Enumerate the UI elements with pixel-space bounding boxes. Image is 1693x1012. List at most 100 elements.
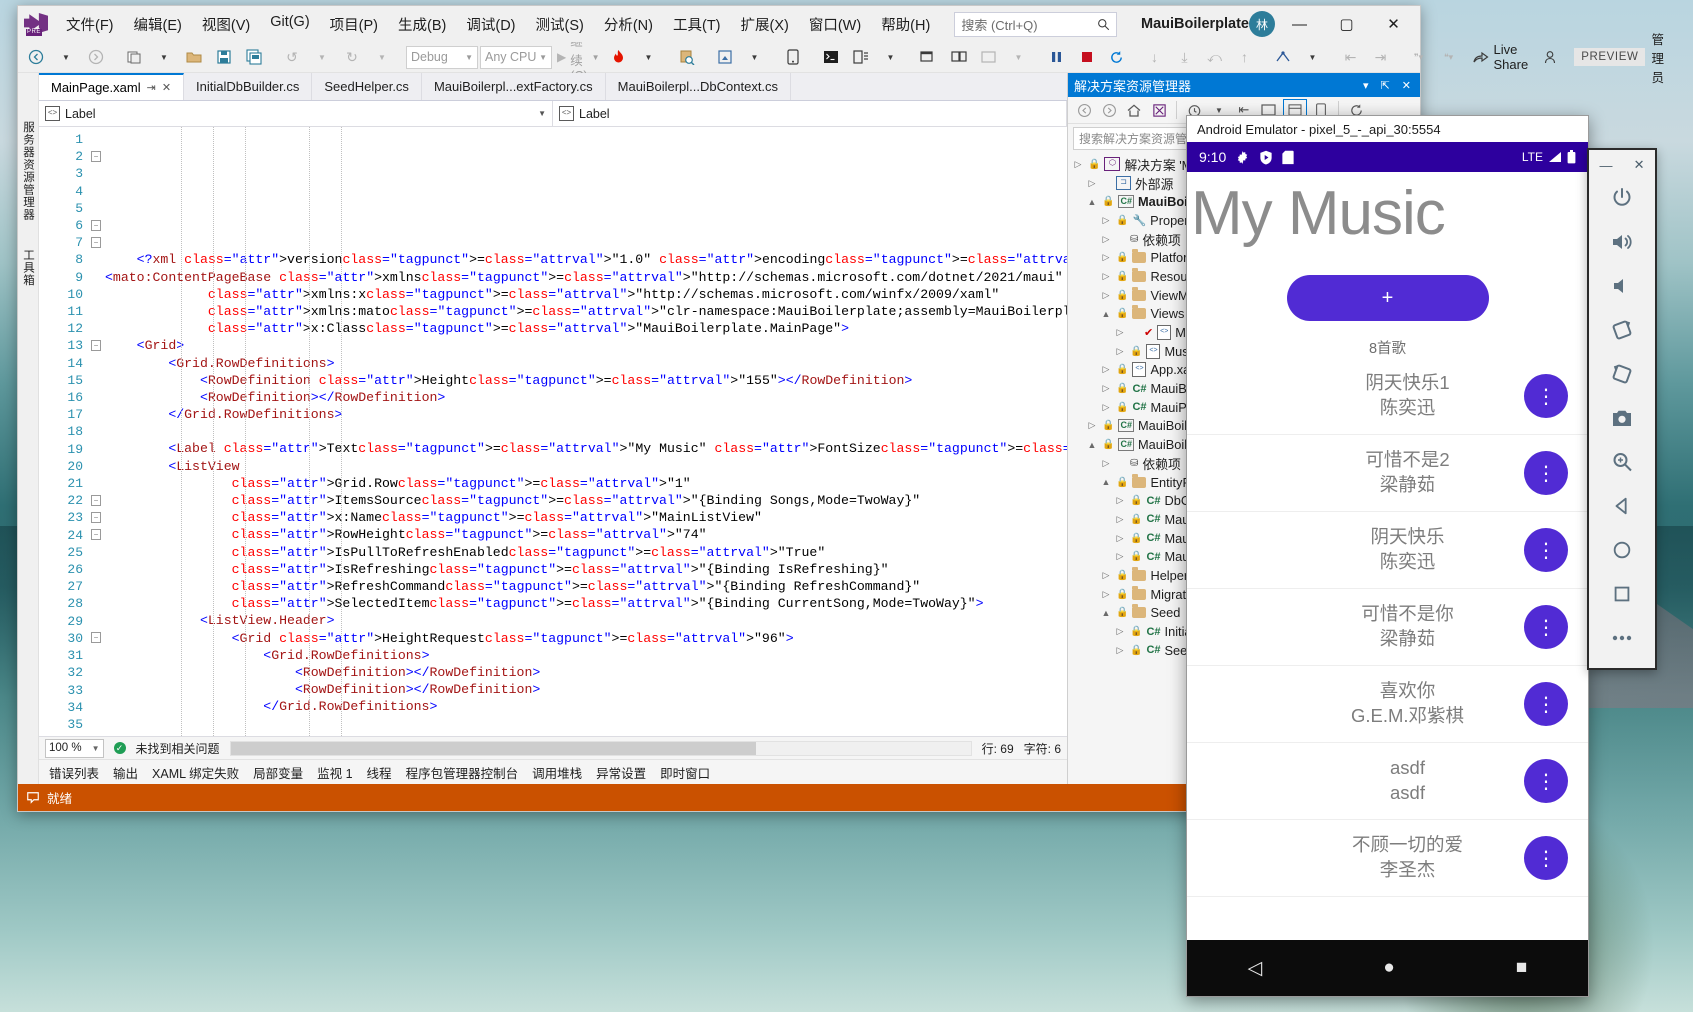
- back-icon[interactable]: [1600, 484, 1644, 528]
- song-list-item[interactable]: 不顾一切的爱李圣杰⋮: [1187, 820, 1588, 897]
- editor-tab-4[interactable]: MauiBoilerpl...DbContext.cs: [606, 73, 791, 100]
- expander-icon[interactable]: ▲: [1100, 309, 1112, 319]
- expander-icon[interactable]: ▲: [1100, 477, 1112, 487]
- panel-tab-7[interactable]: 调用堆栈: [532, 763, 582, 782]
- home-icon[interactable]: [1123, 100, 1145, 120]
- nav-forward-icon[interactable]: [1098, 100, 1120, 120]
- song-more-button[interactable]: ⋮: [1524, 682, 1568, 726]
- menu-item-2[interactable]: 视图(V): [192, 10, 260, 39]
- expander-icon[interactable]: ▷: [1100, 570, 1112, 581]
- expander-icon[interactable]: ▷: [1072, 159, 1084, 170]
- volume-up-icon[interactable]: [1600, 220, 1644, 264]
- save-all-icon[interactable]: [240, 45, 268, 69]
- fold-toggle[interactable]: −: [89, 492, 103, 509]
- expander-icon[interactable]: ▷: [1086, 420, 1098, 431]
- screenshot-icon[interactable]: [1600, 396, 1644, 440]
- menu-item-1[interactable]: 编辑(E): [124, 10, 192, 39]
- song-more-button[interactable]: ⋮: [1524, 451, 1568, 495]
- quick-launch-search[interactable]: 搜索 (Ctrl+Q): [954, 12, 1117, 37]
- preview-status[interactable]: PREVIEW 管理员: [1574, 29, 1664, 86]
- expander-icon[interactable]: ▷: [1114, 495, 1126, 506]
- expander-icon[interactable]: ▷: [1100, 271, 1112, 282]
- feedback-icon[interactable]: [1538, 45, 1566, 69]
- pin-tab-icon[interactable]: ⇥: [147, 81, 156, 94]
- new-project-icon[interactable]: [120, 45, 148, 69]
- menu-item-0[interactable]: 文件(F): [56, 10, 124, 39]
- menu-item-11[interactable]: 窗口(W): [799, 10, 871, 39]
- thread-dropdown-icon[interactable]: ▼: [1299, 45, 1327, 69]
- live-property-explorer-icon[interactable]: [945, 45, 973, 69]
- menu-item-12[interactable]: 帮助(H): [871, 10, 940, 39]
- panel-tab-6[interactable]: 程序包管理器控制台: [406, 763, 519, 782]
- panel-tab-2[interactable]: XAML 绑定失败: [152, 763, 239, 782]
- save-icon[interactable]: [210, 45, 238, 69]
- nav-recents-button[interactable]: ■: [1516, 957, 1527, 979]
- rotate-right-icon[interactable]: [1600, 352, 1644, 396]
- panel-tab-9[interactable]: 即时窗口: [660, 763, 710, 782]
- start-debug-button[interactable]: ▶ 继续(C) ▼: [554, 45, 603, 69]
- editor-tab-1[interactable]: InitialDbBuilder.cs: [184, 73, 312, 100]
- song-more-button[interactable]: ⋮: [1524, 836, 1568, 880]
- song-list-item[interactable]: asdfasdf⋮: [1187, 743, 1588, 820]
- terminal-icon[interactable]: [817, 45, 845, 69]
- panel-tab-4[interactable]: 监视 1: [317, 763, 352, 782]
- horizontal-scrollbar[interactable]: [230, 741, 972, 756]
- select-window-layout-icon[interactable]: [711, 45, 739, 69]
- panel-pin-icon[interactable]: ⇱: [1378, 79, 1393, 92]
- overview-icon[interactable]: [1600, 572, 1644, 616]
- menu-item-8[interactable]: 分析(N): [594, 10, 663, 39]
- expander-icon[interactable]: ▲: [1086, 197, 1098, 207]
- expander-icon[interactable]: ▷: [1100, 364, 1112, 375]
- zoom-level-select[interactable]: 100 % ▼: [45, 739, 104, 758]
- more-icon[interactable]: [1600, 616, 1644, 660]
- expander-icon[interactable]: ▷: [1100, 402, 1112, 413]
- expander-icon[interactable]: ▷: [1114, 533, 1126, 544]
- zoom-icon[interactable]: [1600, 440, 1644, 484]
- device-log-icon[interactable]: [847, 45, 875, 69]
- device-target-icon[interactable]: [779, 45, 807, 69]
- menu-item-7[interactable]: 测试(S): [526, 10, 594, 39]
- expander-icon[interactable]: ▷: [1100, 252, 1112, 263]
- song-list-item[interactable]: 阴天快乐陈奕迅⋮: [1187, 512, 1588, 589]
- restart-debug-icon[interactable]: [1103, 45, 1131, 69]
- close-button[interactable]: ✕: [1371, 9, 1416, 39]
- code-editor[interactable]: 1234567891011121314151617181920212223242…: [39, 127, 1067, 736]
- expander-icon[interactable]: ▷: [1100, 215, 1112, 226]
- nav-back-icon[interactable]: [1073, 100, 1095, 120]
- expander-icon[interactable]: ▷: [1114, 551, 1126, 562]
- song-list-item[interactable]: 阴天快乐1陈奕迅⋮: [1187, 358, 1588, 435]
- power-icon[interactable]: [1600, 176, 1644, 220]
- emulator-close-button[interactable]: ✕: [1634, 157, 1645, 173]
- live-share-button[interactable]: Live Share: [1465, 42, 1537, 72]
- panel-dropdown-icon[interactable]: ▾: [1360, 79, 1372, 92]
- solution-configuration-select[interactable]: Debug ▼: [406, 46, 478, 69]
- nav-back-button[interactable]: ◁: [1248, 957, 1263, 980]
- fold-toggle[interactable]: −: [89, 629, 103, 646]
- layout-dropdown-icon[interactable]: ▼: [741, 45, 769, 69]
- search-solution-icon[interactable]: [673, 45, 701, 69]
- stop-debug-icon[interactable]: [1073, 45, 1101, 69]
- back-dropdown-icon[interactable]: ▼: [52, 45, 80, 69]
- panel-tab-8[interactable]: 异常设置: [596, 763, 646, 782]
- fold-toggle[interactable]: −: [89, 337, 103, 354]
- expander-icon[interactable]: ▷: [1114, 346, 1126, 357]
- fold-toggle[interactable]: −: [89, 148, 103, 165]
- expander-icon[interactable]: ▷: [1100, 290, 1112, 301]
- fold-toggle[interactable]: −: [89, 526, 103, 543]
- expander-icon[interactable]: ▷: [1114, 514, 1126, 525]
- menu-item-4[interactable]: 项目(P): [320, 10, 388, 39]
- pause-icon[interactable]: [1043, 45, 1071, 69]
- breadcrumb-left[interactable]: <> Label ▼: [39, 101, 553, 126]
- account-avatar[interactable]: 林: [1249, 11, 1275, 37]
- emulator-minimize-button[interactable]: —: [1600, 158, 1613, 173]
- song-list-item[interactable]: 喜欢你G.E.M.邓紫棋⋮: [1187, 666, 1588, 743]
- song-more-button[interactable]: ⋮: [1524, 605, 1568, 649]
- expander-icon[interactable]: ▲: [1100, 608, 1112, 618]
- expander-icon[interactable]: ▷: [1100, 589, 1112, 600]
- breadcrumb-right[interactable]: <> Label: [553, 101, 1067, 126]
- expander-icon[interactable]: ▲: [1086, 440, 1098, 450]
- volume-down-icon[interactable]: [1600, 264, 1644, 308]
- menu-item-3[interactable]: Git(G): [260, 10, 319, 39]
- song-list[interactable]: 阴天快乐1陈奕迅⋮可惜不是2梁静茹⋮阴天快乐陈奕迅⋮可惜不是你梁静茹⋮喜欢你G.…: [1187, 358, 1588, 897]
- new-dropdown-icon[interactable]: ▼: [150, 45, 178, 69]
